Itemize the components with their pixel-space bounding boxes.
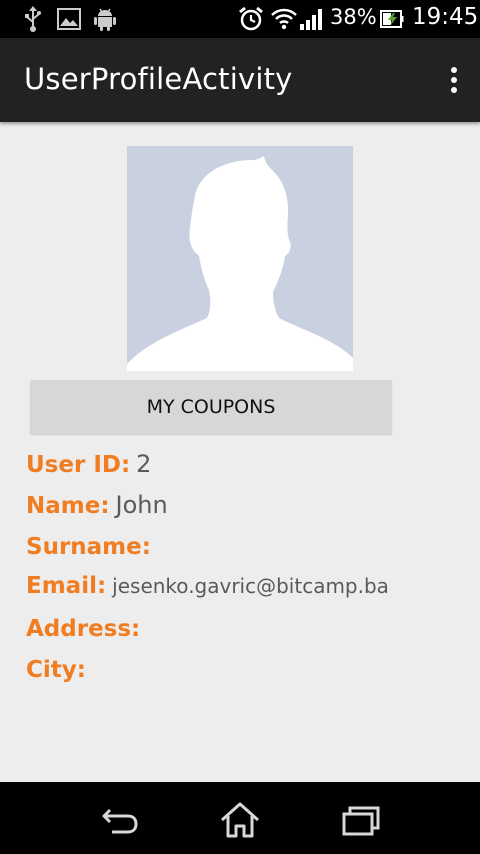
email-label: Email:	[26, 573, 107, 599]
clock: 19:45	[412, 4, 479, 30]
more-vert-icon[interactable]	[442, 64, 466, 96]
action-bar: UserProfileActivity	[0, 38, 480, 122]
name-row: Name: John	[26, 491, 168, 525]
user-silhouette-icon	[127, 156, 353, 371]
city-row: City:	[26, 655, 92, 689]
user-id-row: User ID: 2	[26, 450, 151, 484]
status-bar: 38% 19:45	[0, 0, 480, 38]
back-icon[interactable]	[98, 800, 142, 840]
email-row: Email: jesenko.gavric@bitcamp.ba	[26, 573, 389, 607]
my-coupons-button[interactable]: MY COUPONS	[30, 380, 392, 434]
page-title: UserProfileActivity	[24, 62, 293, 96]
email-value: jesenko.gavric@bitcamp.ba	[112, 574, 389, 598]
recents-icon[interactable]	[338, 800, 382, 840]
address-label: Address:	[26, 616, 141, 642]
android-icon	[94, 8, 116, 31]
name-label: Name:	[26, 493, 110, 519]
address-row: Address:	[26, 614, 146, 648]
navigation-bar	[0, 782, 480, 854]
city-label: City:	[26, 657, 86, 683]
user-id-label: User ID:	[26, 452, 131, 478]
battery-charging-icon	[380, 10, 404, 28]
usb-icon	[25, 6, 41, 32]
surname-label: Surname:	[26, 534, 151, 560]
wifi-icon	[271, 8, 297, 30]
alarm-icon	[239, 6, 263, 31]
user-id-value: 2	[136, 450, 152, 478]
name-value: John	[115, 491, 168, 519]
avatar	[127, 146, 353, 371]
image-icon	[57, 8, 81, 30]
surname-row: Surname:	[26, 532, 157, 566]
battery-percent: 38%	[330, 5, 377, 29]
home-icon[interactable]	[218, 800, 262, 840]
signal-icon	[300, 9, 322, 30]
